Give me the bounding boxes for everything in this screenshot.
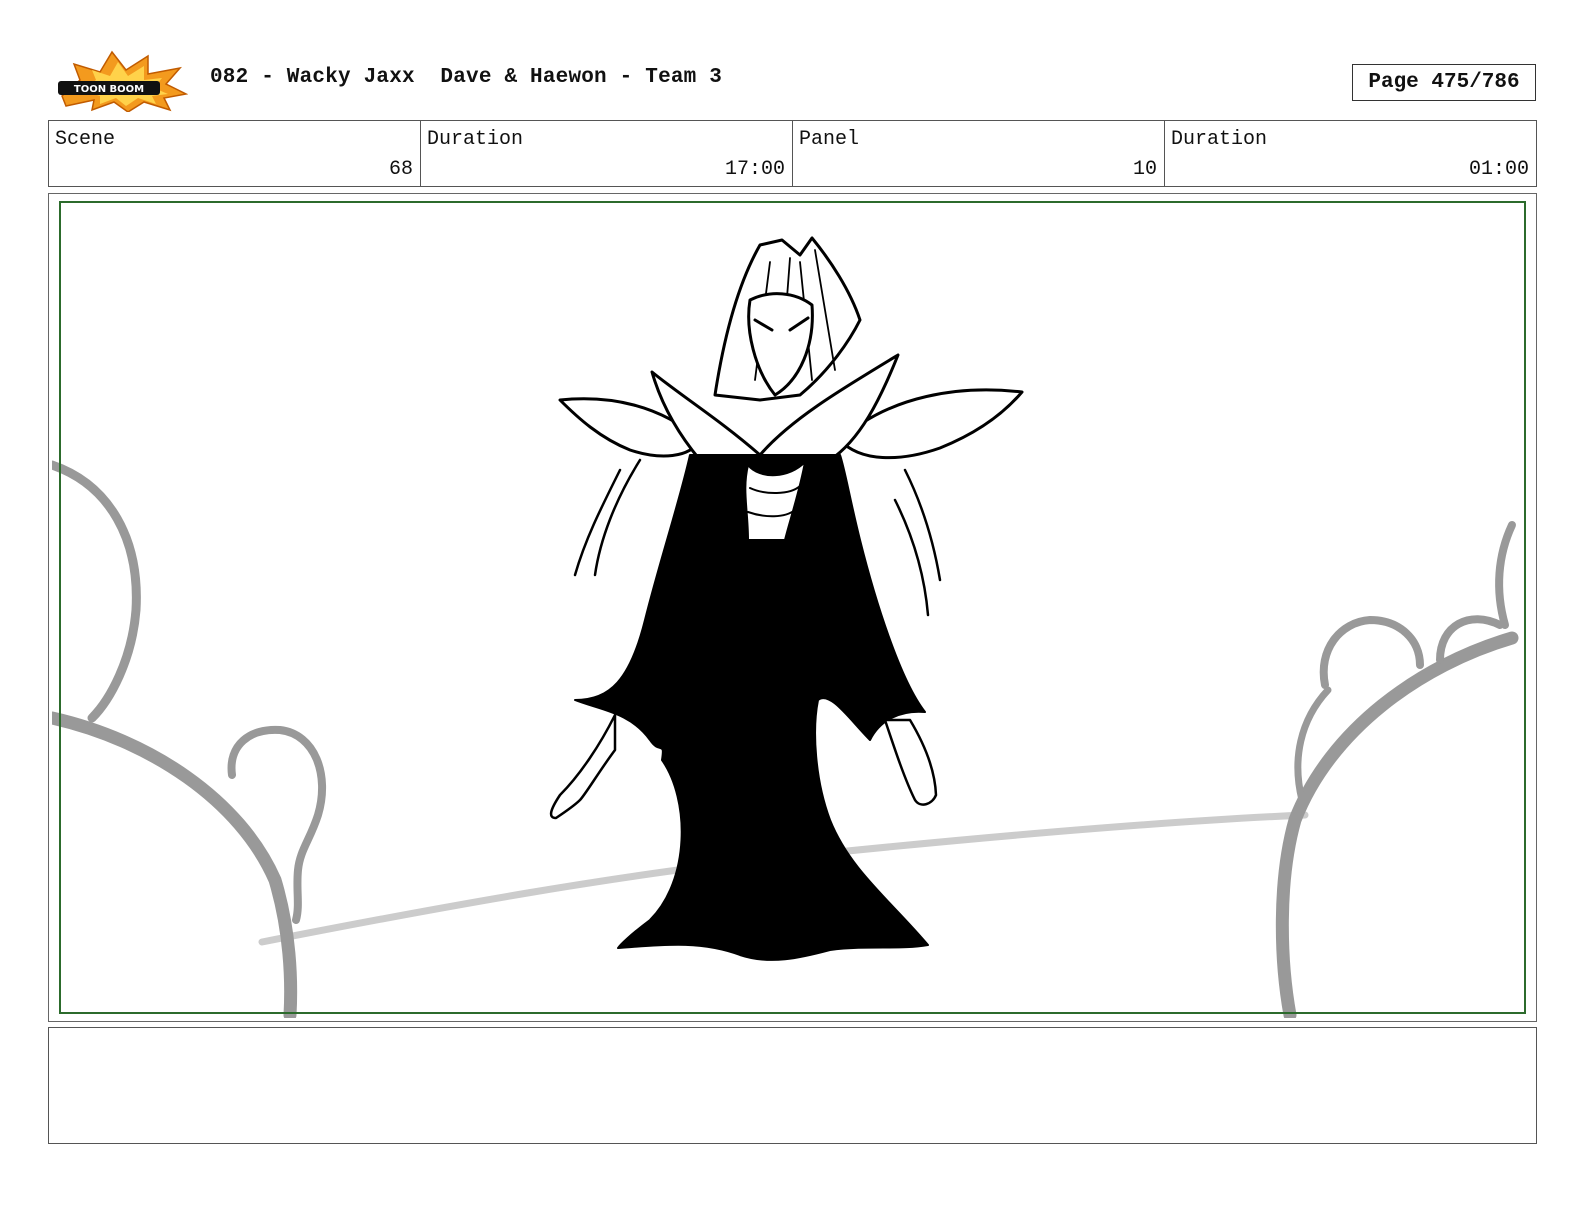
toon-boom-logo: TOON BOOM [58, 50, 188, 112]
storyboard-title: 082 - Wacky Jaxx Dave & Haewon - Team 3 [210, 66, 723, 89]
safe-frame [59, 201, 1526, 1014]
scene-label: Scene [55, 128, 116, 151]
panel-value: 10 [1132, 158, 1157, 181]
scene-value: 68 [388, 158, 413, 181]
page-number: Page 475/786 [1352, 64, 1536, 101]
panel-label: Panel [799, 128, 860, 151]
panel-duration-label: Duration [1171, 128, 1268, 151]
scene-duration-label: Duration [427, 128, 524, 151]
panel-duration-value: 01:00 [1468, 158, 1529, 181]
panel-notes-box [48, 1027, 1537, 1144]
panel-duration-cell: Duration 01:00 [1165, 121, 1536, 186]
panel-cell: Panel 10 [793, 121, 1165, 186]
scene-cell: Scene 68 [49, 121, 421, 186]
scene-duration-cell: Duration 17:00 [421, 121, 793, 186]
logo-text: TOON BOOM [74, 84, 144, 95]
panel-info-table: Scene 68 Duration 17:00 Panel 10 Duratio… [48, 120, 1537, 187]
scene-duration-value: 17:00 [724, 158, 785, 181]
